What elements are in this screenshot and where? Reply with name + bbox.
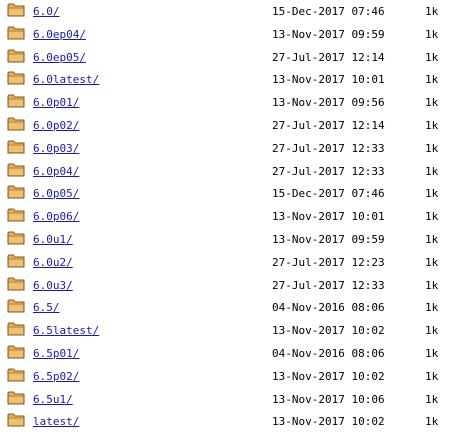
directory-link[interactable]: 6.5u1/ [33, 393, 73, 406]
last-modified: 04-Nov-2016 08:06 [272, 301, 385, 315]
folder-icon[interactable] [7, 276, 25, 291]
folder-icon[interactable] [7, 253, 25, 268]
folder-icon[interactable] [7, 207, 25, 222]
list-item: 6.0ep04/13-Nov-2017 09:59 1k [0, 24, 466, 47]
file-size: 1k [425, 278, 439, 292]
list-item: 6.0u3/27-Jul-2017 12:33 1k [0, 275, 466, 298]
last-modified: 27-Jul-2017 12:33 [272, 164, 385, 178]
folder-icon[interactable] [7, 184, 25, 199]
file-size: 1k [425, 27, 439, 41]
directory-link[interactable]: 6.0ep04/ [33, 28, 86, 41]
list-item: 6.5p02/13-Nov-2017 10:02 1k [0, 366, 466, 389]
file-size: 1k [425, 369, 439, 383]
last-modified: 13-Nov-2017 10:01 [272, 73, 385, 87]
directory-link[interactable]: 6.0u1/ [33, 233, 73, 246]
directory-link[interactable]: 6.0u3/ [33, 279, 73, 292]
directory-link[interactable]: 6.5p02/ [33, 370, 79, 383]
list-item: 6.0p01/13-Nov-2017 09:56 1k [0, 92, 466, 115]
folder-icon[interactable] [7, 412, 25, 427]
directory-link[interactable]: 6.0p05/ [33, 187, 79, 200]
list-item: 6.0ep05/27-Jul-2017 12:14 1k [0, 47, 466, 70]
folder-icon[interactable] [7, 162, 25, 177]
last-modified: 04-Nov-2016 08:06 [272, 347, 385, 360]
directory-link[interactable]: 6.0p01/ [33, 96, 79, 109]
directory-link[interactable]: 6.5latest/ [33, 324, 99, 337]
last-modified: 13-Nov-2017 10:02 [272, 369, 385, 383]
directory-link[interactable]: 6.5p01/ [33, 347, 79, 360]
directory-link[interactable]: 6.0p02/ [33, 119, 79, 132]
last-modified: 13-Nov-2017 10:01 [272, 210, 385, 224]
file-size: 1k [425, 5, 439, 18]
folder-icon[interactable] [7, 116, 25, 131]
file-size: 1k [425, 187, 439, 201]
directory-link[interactable]: 6.5/ [33, 301, 60, 314]
folder-icon[interactable] [7, 298, 25, 313]
folder-icon[interactable] [7, 93, 25, 108]
directory-link[interactable]: 6.0ep05/ [33, 51, 86, 64]
list-item: 6.5latest/13-Nov-2017 10:02 1k [0, 320, 466, 343]
last-modified: 15-Dec-2017 07:46 [272, 187, 385, 201]
file-size: 1k [425, 233, 439, 246]
list-item: 6.5u1/13-Nov-2017 10:06 1k [0, 389, 466, 412]
folder-icon[interactable] [7, 2, 25, 17]
file-size: 1k [425, 324, 439, 338]
last-modified: 13-Nov-2017 10:06 [272, 392, 385, 406]
folder-icon[interactable] [7, 230, 25, 245]
file-size: 1k [425, 141, 439, 155]
last-modified: 27-Jul-2017 12:14 [272, 119, 385, 132]
file-size: 1k [425, 415, 439, 429]
file-size: 1k [425, 50, 439, 64]
file-size: 1k [425, 255, 439, 269]
file-size: 1k [425, 301, 439, 315]
folder-icon[interactable] [7, 344, 25, 359]
last-modified: 13-Nov-2017 10:02 [272, 415, 385, 429]
list-item: latest/13-Nov-2017 10:02 1k [0, 411, 466, 434]
list-item: 6.0p02/27-Jul-2017 12:14 1k [0, 115, 466, 138]
folder-icon[interactable] [7, 367, 25, 382]
file-size: 1k [425, 119, 439, 132]
folder-icon[interactable] [7, 321, 25, 336]
last-modified: 27-Jul-2017 12:23 [272, 255, 385, 269]
file-size: 1k [425, 73, 439, 87]
list-item: 6.0u1/13-Nov-2017 09:59 1k [0, 229, 466, 252]
directory-link[interactable]: 6.0p04/ [33, 165, 79, 178]
directory-link[interactable]: latest/ [33, 415, 79, 428]
list-item: 6.0latest/13-Nov-2017 10:01 1k [0, 69, 466, 92]
list-item: 6.5/04-Nov-2016 08:06 1k [0, 297, 466, 320]
folder-icon[interactable] [7, 139, 25, 154]
file-size: 1k [425, 210, 439, 224]
last-modified: 13-Nov-2017 09:56 [272, 96, 385, 110]
file-size: 1k [425, 96, 439, 110]
list-item: 6.0p05/15-Dec-2017 07:46 1k [0, 183, 466, 206]
directory-link[interactable]: 6.0p03/ [33, 142, 79, 155]
folder-icon[interactable] [7, 70, 25, 85]
last-modified: 13-Nov-2017 10:02 [272, 324, 385, 338]
folder-icon[interactable] [7, 25, 25, 40]
last-modified: 13-Nov-2017 09:59 [272, 233, 385, 246]
last-modified: 27-Jul-2017 12:33 [272, 278, 385, 292]
list-item: 6.0p06/13-Nov-2017 10:01 1k [0, 206, 466, 229]
file-size: 1k [425, 164, 439, 178]
folder-icon[interactable] [7, 48, 25, 63]
directory-link[interactable]: 6.0/ [33, 5, 60, 18]
directory-link[interactable]: 6.0u2/ [33, 256, 73, 269]
last-modified: 13-Nov-2017 09:59 [272, 27, 385, 41]
list-item: 6.0u2/27-Jul-2017 12:23 1k [0, 252, 466, 275]
directory-link[interactable]: 6.0p06/ [33, 210, 79, 223]
file-size: 1k [425, 347, 439, 360]
last-modified: 15-Dec-2017 07:46 [272, 5, 385, 18]
list-item: 6.0/15-Dec-2017 07:46 1k [0, 1, 466, 24]
last-modified: 27-Jul-2017 12:14 [272, 50, 385, 64]
directory-link[interactable]: 6.0latest/ [33, 73, 99, 86]
folder-icon[interactable] [7, 390, 25, 405]
list-item: 6.0p04/27-Jul-2017 12:33 1k [0, 161, 466, 184]
list-item: 6.5p01/04-Nov-2016 08:06 1k [0, 343, 466, 366]
last-modified: 27-Jul-2017 12:33 [272, 141, 385, 155]
list-item: 6.0p03/27-Jul-2017 12:33 1k [0, 138, 466, 161]
file-size: 1k [425, 392, 439, 406]
